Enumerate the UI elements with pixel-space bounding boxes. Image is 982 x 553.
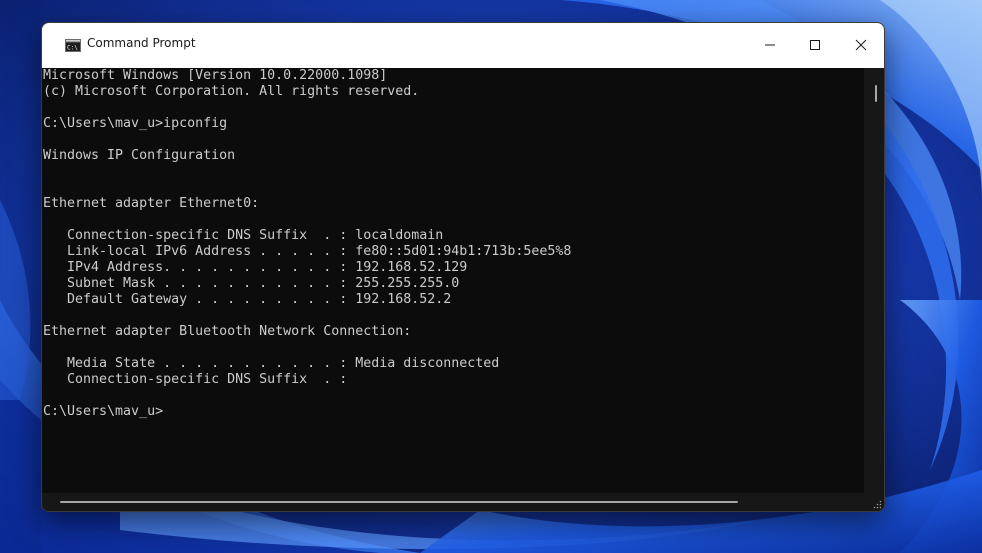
- console-line: Media State . . . . . . . . . . . : Medi…: [43, 356, 500, 371]
- maximize-icon: [810, 40, 820, 50]
- horizontal-scrollbar-thumb[interactable]: [60, 501, 738, 503]
- command-prompt-window: C:\ Command Prompt Microsoft Windows [Ve…: [41, 22, 885, 512]
- console-line: Connection-specific DNS Suffix . :: [43, 372, 348, 387]
- command-prompt-icon: C:\: [65, 39, 81, 52]
- vertical-scrollbar[interactable]: [864, 68, 884, 493]
- horizontal-scrollbar[interactable]: [42, 493, 884, 511]
- console-line: Microsoft Windows [Version 10.0.22000.10…: [43, 68, 388, 83]
- console-line: (c) Microsoft Corporation. All rights re…: [43, 84, 420, 99]
- close-icon: [855, 39, 867, 51]
- minimize-button[interactable]: [747, 23, 793, 68]
- console-line: C:\Users\mav_u>ipconfig: [43, 116, 228, 131]
- console-line: Link-local IPv6 Address . . . . . : fe80…: [43, 244, 572, 259]
- resize-grip-icon[interactable]: [872, 499, 882, 509]
- close-button[interactable]: [838, 23, 884, 68]
- console-text[interactable]: Microsoft Windows [Version 10.0.22000.10…: [43, 68, 571, 420]
- desktop: C:\ Command Prompt Microsoft Windows [Ve…: [0, 0, 982, 553]
- console-line: Ethernet adapter Ethernet0:: [43, 196, 260, 211]
- console-line: Connection-specific DNS Suffix . : local…: [43, 228, 444, 243]
- console-line: Default Gateway . . . . . . . . . : 192.…: [43, 292, 452, 307]
- console-line: IPv4 Address. . . . . . . . . . . : 192.…: [43, 260, 468, 275]
- svg-text:C:\: C:\: [67, 45, 78, 52]
- console-line: C:\Users\mav_u>: [43, 404, 164, 419]
- title-bar[interactable]: C:\ Command Prompt: [42, 23, 884, 68]
- vertical-scrollbar-thumb[interactable]: [875, 85, 877, 102]
- console-line: Windows IP Configuration: [43, 148, 236, 163]
- console-output-area[interactable]: Microsoft Windows [Version 10.0.22000.10…: [42, 68, 864, 493]
- window-title: Command Prompt: [87, 36, 196, 50]
- maximize-button[interactable]: [792, 23, 838, 68]
- console-line: Subnet Mask . . . . . . . . . . . : 255.…: [43, 276, 460, 291]
- console-line: Ethernet adapter Bluetooth Network Conne…: [43, 324, 412, 339]
- minimize-icon: [765, 44, 775, 46]
